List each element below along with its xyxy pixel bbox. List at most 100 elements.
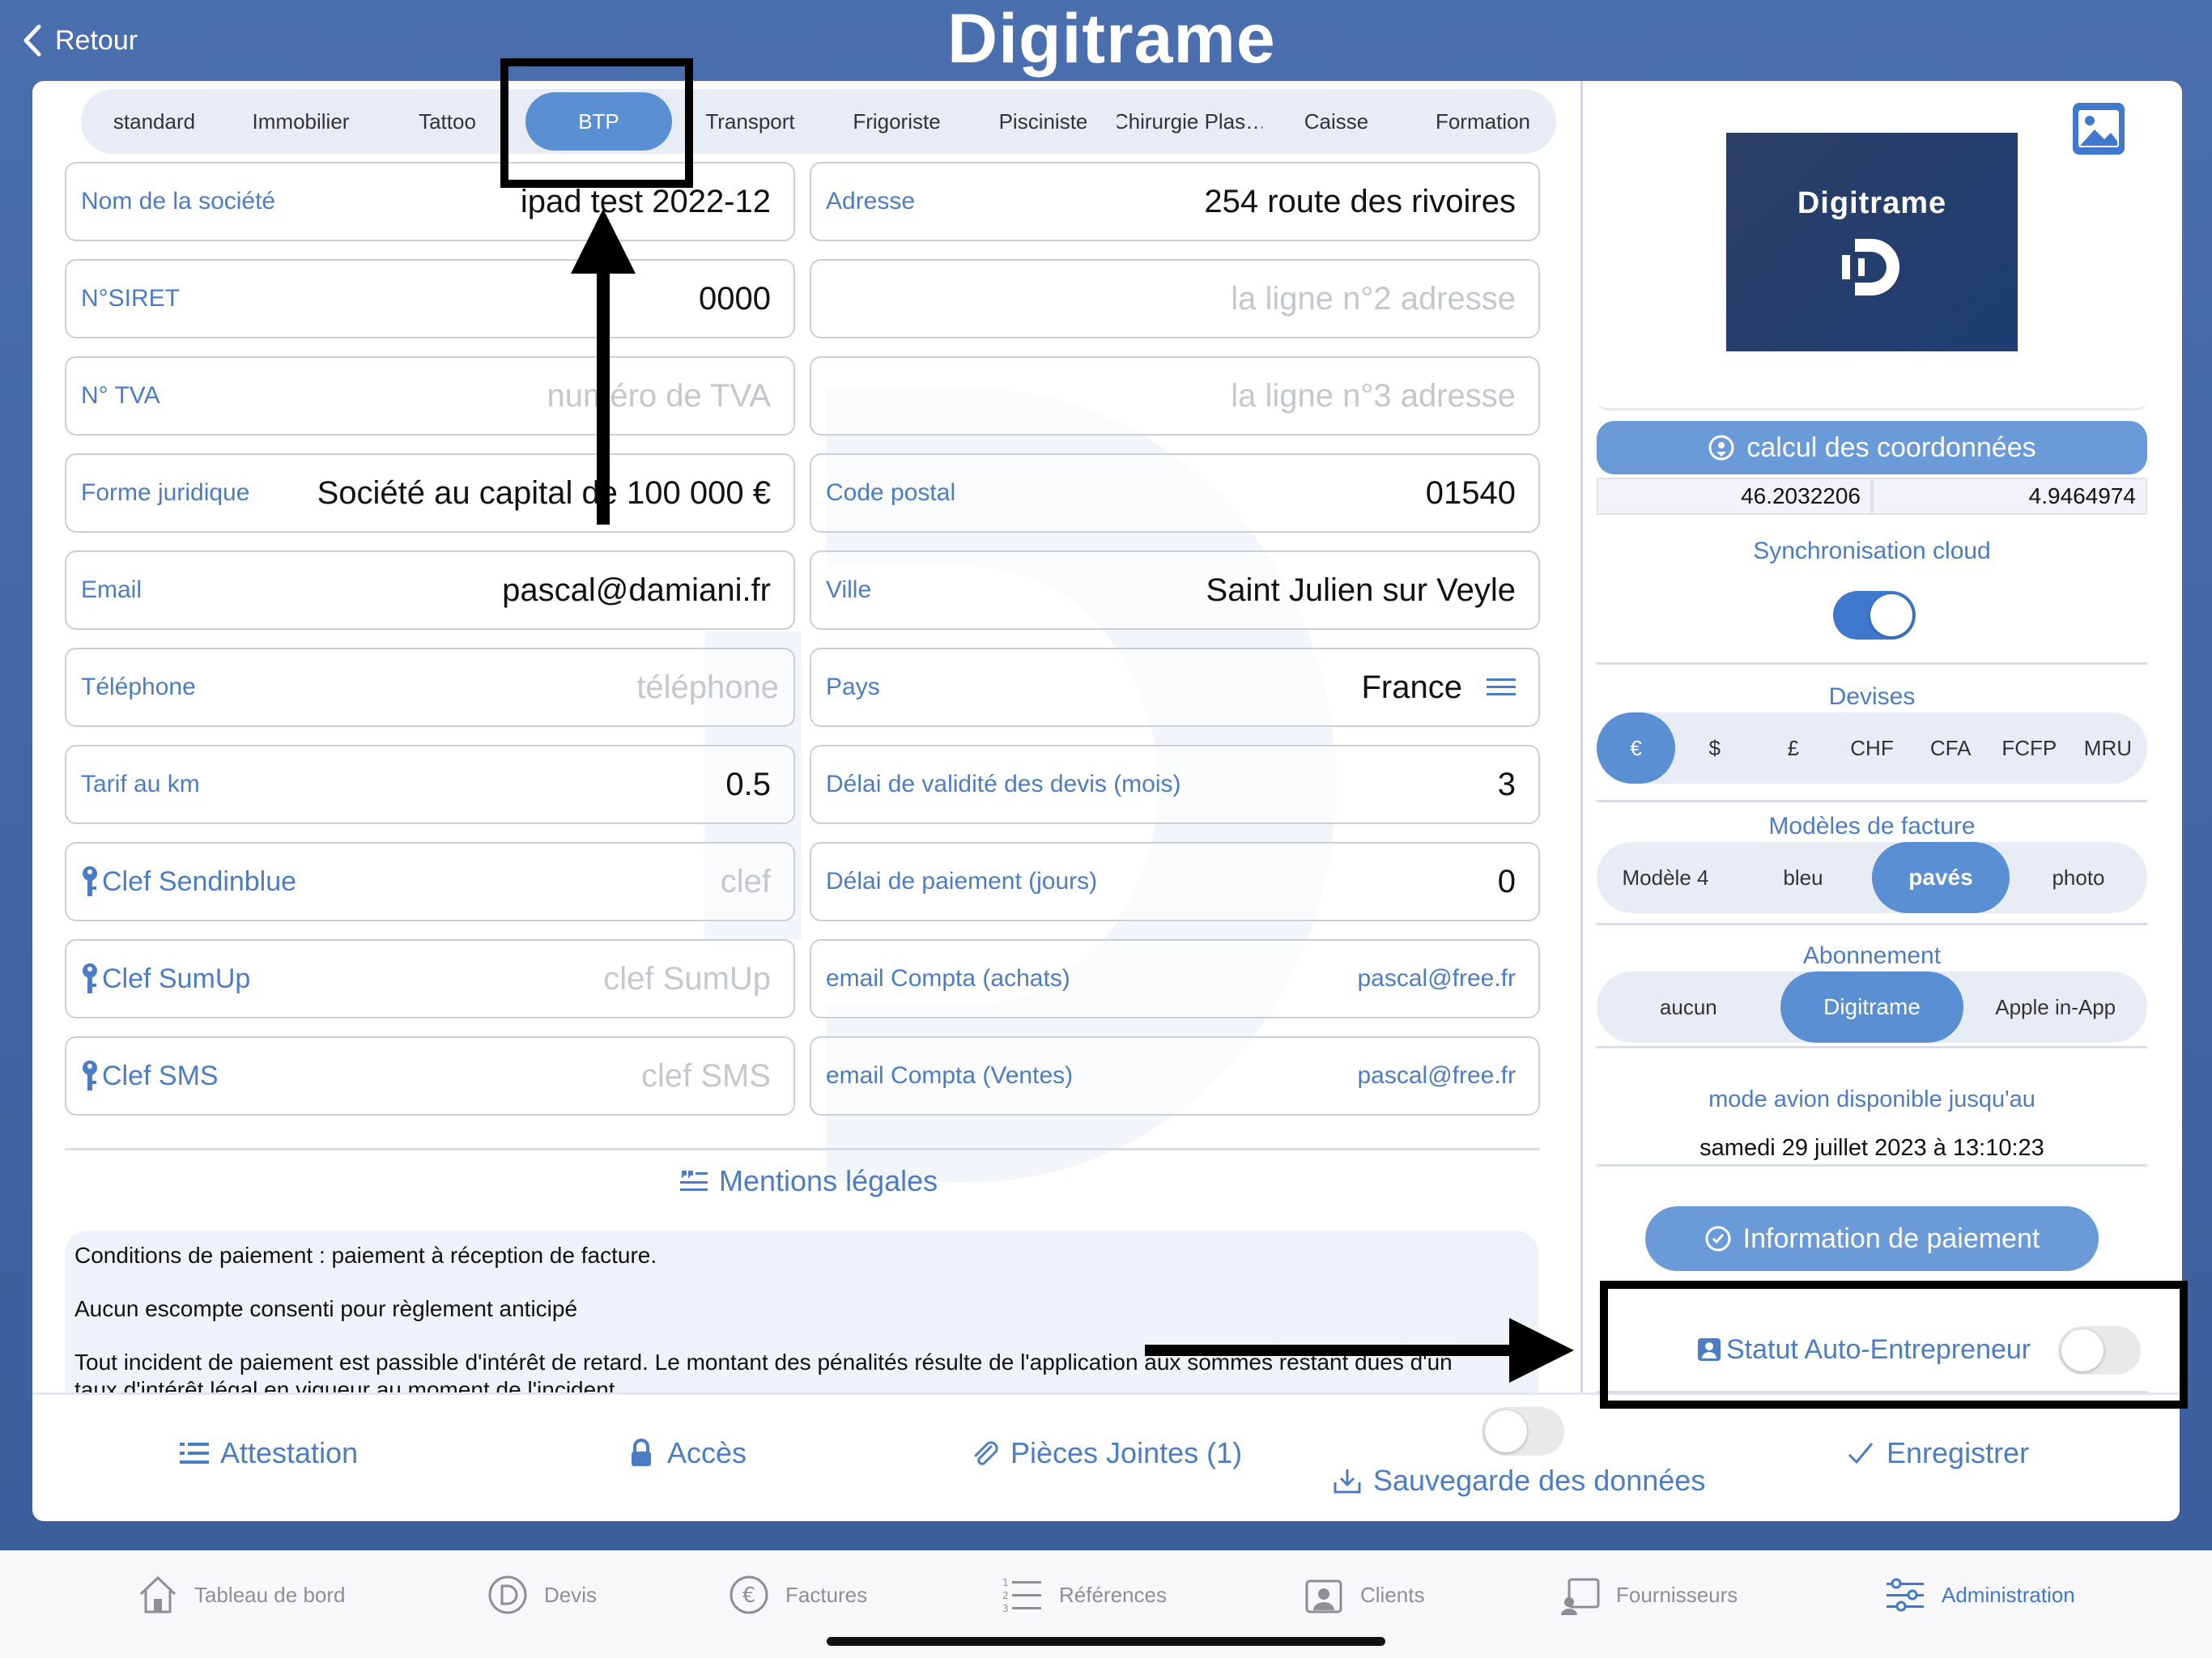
field-placeholder: la ligne n°2 adresse <box>1231 280 1516 317</box>
euro-circle-icon: € <box>730 1575 768 1614</box>
tab-factures[interactable]: € Factures <box>727 1572 867 1618</box>
image-picker-icon[interactable] <box>2070 100 2127 157</box>
sidebar-divider <box>1597 1391 2147 1393</box>
field-label: Adresse <box>826 188 916 215</box>
chevron-left-icon <box>23 24 41 57</box>
category-chirurgie[interactable]: Chirurgie Plas… <box>1117 89 1263 154</box>
attachments-button[interactable]: Pièces Jointes (1) <box>970 1436 1242 1470</box>
sms-key-field[interactable]: Clef SMS clef SMS <box>65 1036 795 1116</box>
field-value: Saint Julien sur Veyle <box>1206 572 1516 608</box>
tab-references[interactable]: 1 2 3 Références <box>1001 1572 1167 1618</box>
category-standard[interactable]: standard <box>81 89 228 154</box>
list-menu-icon[interactable] <box>1487 676 1516 699</box>
field-value: Société au capital de 100 000 € <box>317 474 771 511</box>
subscription-aucun[interactable]: aucun <box>1597 971 1780 1043</box>
payment-delay-field[interactable]: Délai de paiement (jours) 0 <box>810 842 1540 921</box>
km-rate-field[interactable]: Tarif au km 0.5 <box>65 745 795 824</box>
tab-dashboard[interactable]: Tableau de bord <box>136 1572 345 1618</box>
email-field[interactable]: Email pascal@damiani.fr <box>65 551 795 630</box>
address-line2-field[interactable]: la ligne n°2 adresse <box>810 259 1540 338</box>
sendinblue-key-field[interactable]: Clef Sendinblue clef <box>65 842 795 921</box>
currency-mru[interactable]: MRU <box>2069 712 2147 784</box>
tab-devis[interactable]: Devis <box>486 1572 597 1618</box>
payment-info-button[interactable]: Information de paiement <box>1645 1206 2099 1271</box>
back-button[interactable]: Retour <box>19 18 138 63</box>
backup-button[interactable]: Sauvegarde des données <box>1333 1464 1705 1498</box>
legal-mentions-title: Mentions légales <box>719 1164 938 1197</box>
svg-text:€: € <box>742 1584 756 1608</box>
address-field[interactable]: Adresse 254 route des rivoires <box>810 162 1540 241</box>
field-value: 0 <box>1497 863 1516 899</box>
sync-toggle[interactable] <box>1833 591 1916 640</box>
currency-chf[interactable]: CHF <box>1832 712 1911 784</box>
tab-administration[interactable]: Administration <box>1883 1572 2075 1618</box>
auto-entrepreneur-toggle[interactable] <box>2058 1326 2141 1375</box>
backup-toggle[interactable] <box>1482 1407 1564 1456</box>
logo-text: Digitrame <box>1797 186 1947 220</box>
access-label: Accès <box>667 1436 747 1469</box>
svg-text:2: 2 <box>1002 1590 1009 1601</box>
attestation-label: Attestation <box>220 1436 359 1469</box>
accounting-sales-email-field[interactable]: email Compta (Ventes) pascal@free.fr <box>810 1036 1540 1116</box>
city-field[interactable]: Ville Saint Julien sur Veyle <box>810 551 1540 630</box>
invoice-model-paves[interactable]: pavés <box>1872 842 2010 913</box>
category-immobilier[interactable]: Immobilier <box>228 89 374 154</box>
vat-field[interactable]: N° TVA numéro de TVA <box>65 356 795 436</box>
invoice-model-photo[interactable]: photo <box>2010 842 2147 913</box>
access-button[interactable]: Accès <box>627 1436 747 1470</box>
subscription-digitrame[interactable]: Digitrame <box>1780 971 1964 1043</box>
postal-code-field[interactable]: Code postal 01540 <box>810 453 1540 533</box>
accounting-purchase-email-field[interactable]: email Compta (achats) pascal@free.fr <box>810 939 1540 1018</box>
invoice-model-4[interactable]: Modèle 4 <box>1597 842 1734 913</box>
category-tattoo[interactable]: Tattoo <box>374 89 521 154</box>
quote-validity-field[interactable]: Délai de validité des devis (mois) 3 <box>810 745 1540 824</box>
key-icon <box>83 866 97 896</box>
save-button[interactable]: Enregistrer <box>1846 1436 2029 1470</box>
currency-gbp[interactable]: £ <box>1754 712 1832 784</box>
field-label: Forme juridique <box>81 479 250 506</box>
category-caisse[interactable]: Caisse <box>1263 89 1410 154</box>
category-btp[interactable]: BTP <box>525 92 672 151</box>
category-transport[interactable]: Transport <box>677 89 823 154</box>
attestation-button[interactable]: Attestation <box>180 1436 358 1470</box>
category-frigoriste[interactable]: Frigoriste <box>823 89 970 154</box>
phone-field[interactable]: Téléphone téléphone <box>65 648 795 727</box>
legal-mentions-header[interactable]: Mentions légales <box>680 1161 938 1201</box>
field-label: Nom de la société <box>81 188 276 215</box>
digitrame-d-icon <box>1842 239 1899 295</box>
subscription-apple[interactable]: Apple in-App <box>1963 971 2147 1043</box>
siret-field[interactable]: N°SIRET 0000 <box>65 259 795 338</box>
latitude-field[interactable]: 46.2032206 <box>1597 478 1872 515</box>
currency-selector: € $ £ CHF CFA FCFP MRU <box>1597 712 2147 784</box>
category-formation[interactable]: Formation <box>1410 89 1556 154</box>
field-label: Délai de validité des devis (mois) <box>826 771 1181 797</box>
sumup-key-field[interactable]: Clef SumUp clef SumUp <box>65 939 795 1018</box>
company-name-field[interactable]: Nom de la société ipad test 2022-12 <box>65 162 795 241</box>
sidebar-divider <box>1597 1164 2147 1167</box>
currency-fcfp[interactable]: FCFP <box>1990 712 2069 784</box>
tab-fournisseurs[interactable]: Fournisseurs <box>1558 1572 1738 1618</box>
legal-form-field[interactable]: Forme juridique Société au capital de 10… <box>65 453 795 533</box>
company-logo-image[interactable]: Digitrame <box>1726 133 2018 351</box>
tab-label: Factures <box>785 1582 868 1607</box>
checkmark-icon <box>1848 1443 1874 1465</box>
country-field[interactable]: Pays France <box>810 648 1540 727</box>
subscription-selector: aucun Digitrame Apple in-App <box>1597 971 2147 1043</box>
annotation-arrow-right-icon <box>1145 1318 1574 1383</box>
invoice-model-bleu[interactable]: bleu <box>1734 842 1872 913</box>
currency-eur[interactable]: € <box>1597 712 1676 784</box>
field-label: Email <box>81 576 143 603</box>
annotation-arrow-up-icon <box>571 209 636 525</box>
field-placeholder: la ligne n°3 adresse <box>1231 377 1516 414</box>
address-line3-field[interactable]: la ligne n°3 adresse <box>810 356 1540 436</box>
currency-cfa[interactable]: CFA <box>1912 712 1990 784</box>
legal-line: Conditions de paiement : paiement à réce… <box>74 1243 657 1268</box>
home-indicator <box>827 1637 1385 1646</box>
tab-clients[interactable]: Clients <box>1302 1572 1424 1618</box>
calc-label: calcul des coordonnées <box>1746 432 2036 463</box>
location-pin-icon <box>1708 435 1734 461</box>
longitude-field[interactable]: 4.9464974 <box>1872 478 2147 515</box>
category-pisciniste[interactable]: Pisciniste <box>970 89 1117 154</box>
calculate-coordinates-button[interactable]: calcul des coordonnées <box>1597 421 2147 474</box>
currency-usd[interactable]: $ <box>1675 712 1754 784</box>
